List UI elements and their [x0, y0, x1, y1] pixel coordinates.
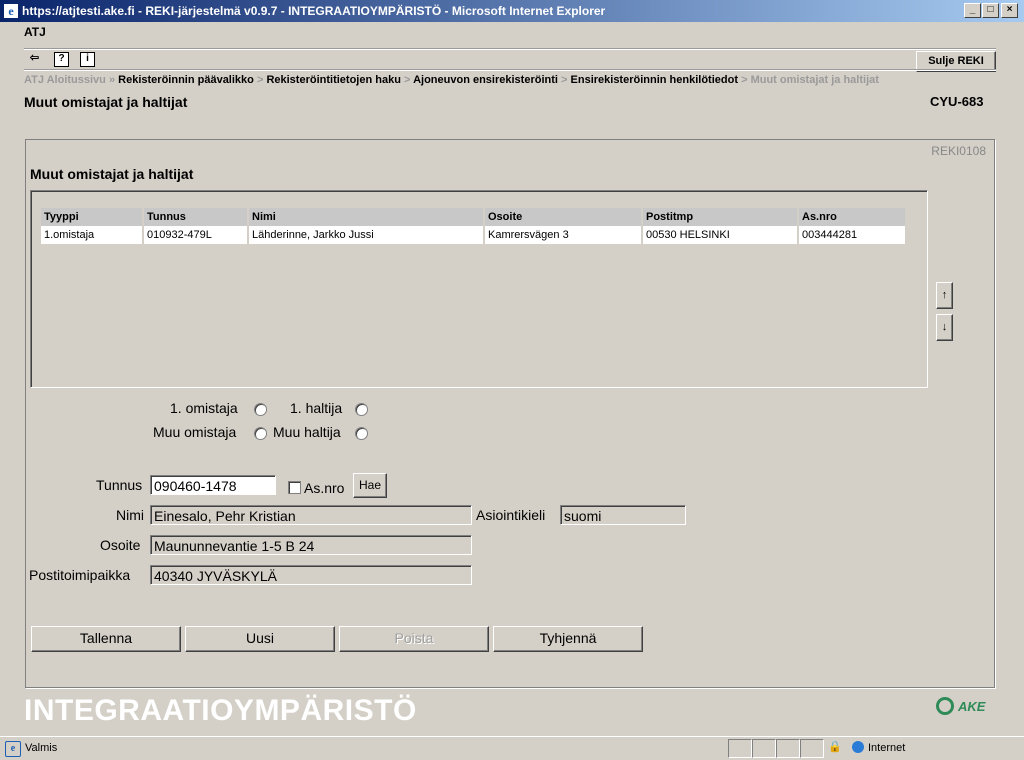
cell-asnro: 003444281 — [798, 226, 905, 244]
globe-icon — [852, 741, 864, 753]
security-zone: Internet — [852, 741, 905, 754]
breadcrumb-separator: > — [403, 74, 411, 86]
main-panel: REKI0108 Muut omistajat ja haltijat Tyyp… — [25, 139, 995, 688]
window-titlebar: e https://atjtesti.ake.fi - REKI-järjest… — [0, 0, 1024, 22]
first-owner-radio[interactable] — [254, 403, 267, 416]
move-up-button[interactable]: ↑ — [936, 282, 953, 309]
postitoimipaikka-field: 40340 JYVÄSKYLÄ — [150, 565, 472, 585]
breadcrumb-item[interactable]: Ensirekisteröinnin henkilötiedot — [571, 74, 738, 86]
column-header-postitmp: Postitmp — [642, 208, 799, 226]
info-icon[interactable]: i — [80, 52, 95, 67]
app-frame: ATJ ⇦ ? i Sulje REKI ATJ Aloitussivu » R… — [0, 22, 1024, 736]
breadcrumb-home[interactable]: ATJ Aloitussivu — [24, 74, 106, 86]
registration-number: CYU-683 — [930, 94, 984, 109]
table-header-row: Tyyppi Tunnus Nimi Osoite Postitmp As.nr… — [41, 208, 905, 226]
language-label: Asiointikieli — [476, 507, 546, 523]
tunnus-label: Tunnus — [96, 477, 143, 493]
postitoimipaikka-label: Postitoimipaikka — [29, 567, 131, 583]
cell-tyyppi: 1.omistaja — [41, 226, 144, 244]
clear-button[interactable]: Tyhjennä — [493, 626, 643, 652]
move-down-button[interactable]: ↓ — [936, 314, 953, 341]
breadcrumb-separator: > — [561, 74, 568, 86]
new-button[interactable]: Uusi — [185, 626, 335, 652]
breadcrumb: ATJ Aloitussivu » Rekisteröinnin päävali… — [24, 74, 879, 86]
other-owner-radio[interactable] — [254, 427, 267, 440]
first-holder-label: 1. haltija — [290, 400, 343, 416]
cell-tunnus: 010932-479L — [143, 226, 249, 244]
owners-table: Tyyppi Tunnus Nimi Osoite Postitmp As.nr… — [41, 208, 905, 244]
breadcrumb-current: Muut omistajat ja haltijat — [750, 74, 879, 86]
section-title: Muut omistajat ja haltijat — [30, 166, 194, 182]
column-header-tyyppi: Tyyppi — [41, 208, 144, 226]
delete-button: Poista — [339, 626, 489, 652]
other-holder-label: Muu haltija — [273, 424, 341, 440]
owners-list: Tyyppi Tunnus Nimi Osoite Postitmp As.nr… — [30, 190, 928, 388]
zone-label: Internet — [868, 742, 906, 754]
asnro-checkbox[interactable] — [288, 481, 301, 494]
cell-nimi: Lähderinne, Jarkko Jussi — [248, 226, 485, 244]
status-cell — [800, 739, 824, 758]
cell-postitmp: 00530 HELSINKI — [642, 226, 799, 244]
minimize-button[interactable]: _ — [964, 3, 981, 18]
tunnus-input[interactable]: 090460-1478 — [150, 475, 276, 495]
breadcrumb-item[interactable]: Rekisteröinnin päävalikko — [118, 74, 254, 86]
first-holder-radio[interactable] — [355, 403, 368, 416]
help-icon[interactable]: ? — [54, 52, 69, 67]
column-header-nimi: Nimi — [248, 208, 485, 226]
lock-icon: 🔒 — [828, 741, 842, 753]
osoite-field: Maununnevantie 1-5 B 24 — [150, 535, 472, 555]
screen-id: REKI0108 — [931, 144, 986, 158]
nimi-field: Einesalo, Pehr Kristian — [150, 505, 472, 525]
back-arrow-icon[interactable]: ⇦ — [28, 52, 41, 65]
first-owner-label: 1. omistaja — [170, 400, 238, 416]
internet-explorer-icon: e — [4, 4, 18, 18]
breadcrumb-separator: > — [741, 74, 748, 86]
breadcrumb-separator: > — [256, 74, 264, 86]
table-row[interactable]: 1.omistaja 010932-479L Lähderinne, Jarkk… — [41, 226, 905, 244]
maximize-button[interactable]: □ — [982, 3, 999, 18]
status-cell — [728, 739, 752, 758]
ake-logo-text: AKE — [958, 699, 986, 714]
divider — [24, 69, 996, 71]
app-name: ATJ — [24, 25, 46, 39]
breadcrumb-item[interactable]: Ajoneuvon ensirekisteröinti — [413, 74, 558, 86]
other-holder-radio[interactable] — [355, 427, 368, 440]
breadcrumb-item[interactable]: Rekisteröintitietojen haku — [266, 74, 400, 86]
save-button[interactable]: Tallenna — [31, 626, 181, 652]
column-header-asnro: As.nro — [798, 208, 905, 226]
column-header-tunnus: Tunnus — [143, 208, 249, 226]
close-window-button[interactable]: × — [1001, 3, 1018, 18]
status-cell — [776, 739, 800, 758]
cell-osoite: Kamrersvägen 3 — [484, 226, 643, 244]
ake-logo-icon — [936, 697, 954, 715]
language-field: suomi — [560, 505, 686, 525]
status-cell — [752, 739, 776, 758]
breadcrumb-separator: » — [108, 74, 116, 86]
ake-logo: AKE — [936, 697, 996, 719]
page-status-icon: e — [5, 741, 21, 757]
column-header-osoite: Osoite — [484, 208, 643, 226]
status-bar: e Valmis 🔒 Internet — [0, 736, 1024, 760]
osoite-label: Osoite — [100, 537, 141, 553]
search-button[interactable]: Hae — [353, 473, 387, 498]
page-title: Muut omistajat ja haltijat — [24, 94, 188, 110]
divider — [24, 48, 996, 50]
status-text: Valmis — [25, 742, 58, 754]
asnro-label: As.nro — [304, 480, 345, 496]
window-title: https://atjtesti.ake.fi - REKI-järjestel… — [22, 4, 606, 18]
environment-banner: INTEGRAATIOYMPÄRISTÖ — [24, 694, 417, 727]
window-controls: _ □ × — [963, 3, 1018, 18]
other-owner-label: Muu omistaja — [153, 424, 237, 440]
nimi-label: Nimi — [116, 507, 144, 523]
